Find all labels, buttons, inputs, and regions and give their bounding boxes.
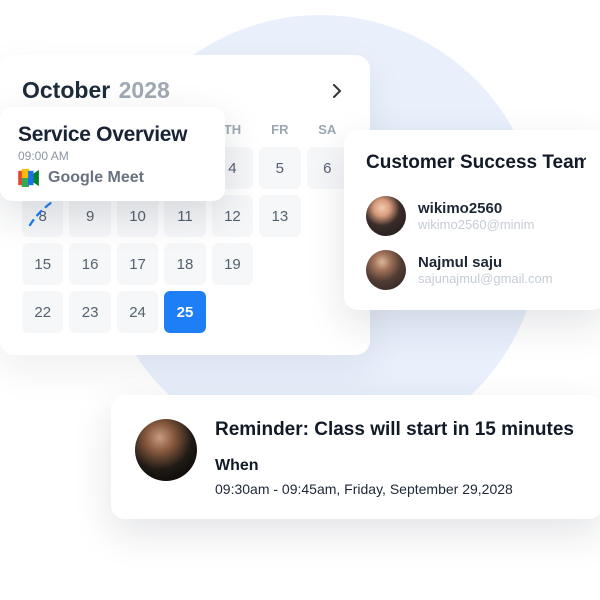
reminder-card[interactable]: Reminder: Class will start in 15 minutes… xyxy=(111,395,600,519)
calendar-year: 2028 xyxy=(119,77,170,103)
customer-email: sajunajmul@gmail.com xyxy=(418,271,553,286)
customer-card-title: Customer Success Team xyxy=(366,152,586,174)
calendar-date-cell[interactable]: 6 xyxy=(307,147,348,189)
calendar-date-cell[interactable]: 16 xyxy=(69,243,110,285)
calendar-date-cell[interactable]: 22 xyxy=(22,291,63,333)
service-time: 09:00 AM xyxy=(18,149,207,163)
calendar-header: October 2028 xyxy=(22,77,348,104)
calendar-date-cell[interactable]: 12 xyxy=(212,195,253,237)
google-meet-row[interactable]: Google Meet xyxy=(18,169,207,187)
reminder-when-label: When xyxy=(215,457,574,475)
chevron-right-icon xyxy=(332,84,342,98)
customer-row[interactable]: Najmul saju sajunajmul@gmail.com xyxy=(366,250,586,290)
avatar xyxy=(366,196,406,236)
customer-success-card: Customer Success Team wikimo2560 wikimo2… xyxy=(344,130,600,310)
customer-name: Najmul saju xyxy=(418,254,553,271)
calendar-date-cell[interactable]: 9 xyxy=(69,195,110,237)
calendar-date-cell[interactable]: 13 xyxy=(259,195,300,237)
calendar-date-cell[interactable]: 5 xyxy=(259,147,300,189)
calendar-dow-cell: FR xyxy=(259,118,300,141)
calendar-date-cell[interactable]: 8 xyxy=(22,195,63,237)
google-meet-label: Google Meet xyxy=(48,169,144,187)
next-month-button[interactable] xyxy=(326,80,348,102)
customer-name: wikimo2560 xyxy=(418,200,535,217)
calendar-date-cell[interactable]: 23 xyxy=(69,291,110,333)
calendar-date-cell xyxy=(307,195,348,237)
calendar-date-cell[interactable]: 25 xyxy=(164,291,205,333)
calendar-date-cell xyxy=(307,243,348,285)
reminder-when-value: 09:30am - 09:45am, Friday, September 29,… xyxy=(215,481,574,497)
calendar-date-cell xyxy=(307,291,348,333)
google-meet-icon xyxy=(18,169,40,187)
calendar-month-year: October 2028 xyxy=(22,77,170,104)
avatar xyxy=(135,419,197,481)
service-title: Service Overview xyxy=(18,123,207,147)
customer-row[interactable]: wikimo2560 wikimo2560@minim xyxy=(366,196,586,236)
calendar-date-cell xyxy=(212,291,253,333)
calendar-date-cell xyxy=(259,291,300,333)
calendar-card: October 2028 SUMOTUWETHFRSA 345689101112… xyxy=(0,55,370,355)
calendar-date-cell[interactable]: 10 xyxy=(117,195,158,237)
calendar-date-cell[interactable]: 18 xyxy=(164,243,205,285)
calendar-date-cell xyxy=(259,243,300,285)
calendar-date-cell[interactable]: 17 xyxy=(117,243,158,285)
reminder-title: Reminder: Class will start in 15 minutes xyxy=(215,419,574,441)
calendar-dow-cell: SA xyxy=(307,118,348,141)
avatar xyxy=(366,250,406,290)
calendar-date-cell[interactable]: 24 xyxy=(117,291,158,333)
service-overview-card[interactable]: Service Overview 09:00 AM Google Meet xyxy=(0,107,225,201)
calendar-date-cell[interactable]: 15 xyxy=(22,243,63,285)
calendar-date-cell[interactable]: 19 xyxy=(212,243,253,285)
calendar-month: October xyxy=(22,77,110,103)
customer-email: wikimo2560@minim xyxy=(418,217,535,232)
calendar-date-cell[interactable]: 11 xyxy=(164,195,205,237)
